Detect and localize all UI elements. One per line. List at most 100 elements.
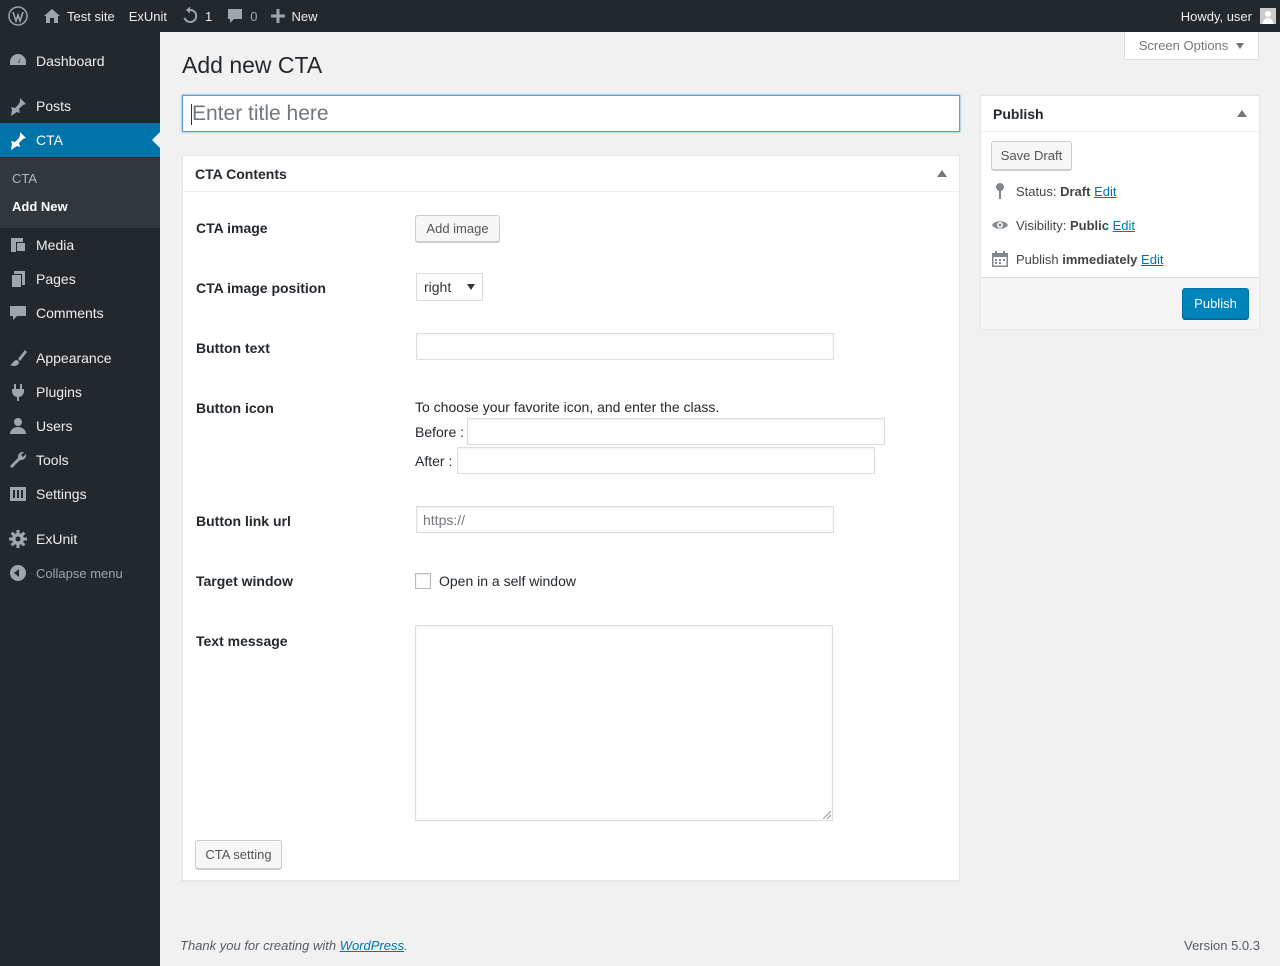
plus-icon — [271, 9, 286, 23]
self-window-checkbox[interactable] — [415, 573, 431, 589]
status-label: Status: — [1016, 183, 1057, 199]
sidebar-item-posts[interactable]: Posts — [0, 89, 160, 123]
howdy-text: Howdy, user — [1180, 8, 1252, 24]
pin-marker-icon — [996, 183, 1004, 199]
sidebar-item-comments[interactable]: Comments — [0, 296, 160, 330]
wrench-icon — [0, 450, 36, 470]
cta-setting-button[interactable]: CTA setting — [195, 840, 282, 869]
pin-icon — [0, 96, 36, 116]
calendar-icon — [992, 251, 1008, 267]
sidebar-item-tools[interactable]: Tools — [0, 443, 160, 477]
cta-contents-header[interactable]: CTA Contents — [183, 156, 959, 192]
caret-down-icon — [1236, 42, 1245, 49]
before-icon-input[interactable] — [467, 418, 885, 445]
cta-contents-box: CTA Contents CTA image Add image CTA ima… — [182, 155, 960, 881]
dashboard-icon — [0, 51, 36, 71]
settings-sliders-icon — [0, 484, 36, 504]
title-input[interactable] — [182, 95, 960, 132]
sidebar-item-pages[interactable]: Pages — [0, 262, 160, 296]
sidebar-item-label: Posts — [36, 98, 72, 114]
status-value: Draft — [1060, 183, 1091, 199]
comments-link[interactable]: 0 — [219, 0, 264, 32]
schedule-row: Publish immediately Edit — [991, 250, 1163, 268]
sidebar-item-label: Comments — [36, 305, 104, 321]
eye-icon — [992, 221, 1008, 229]
media-icon — [0, 235, 36, 255]
cta-submenu: CTA Add New — [0, 158, 160, 228]
sidebar-item-media[interactable]: Media — [0, 228, 160, 262]
footer-thanks: Thank you for creating with WordPress. — [180, 938, 408, 953]
my-account[interactable]: Howdy, user — [1181, 8, 1280, 24]
before-label: Before : — [415, 424, 465, 440]
add-image-button[interactable]: Add image — [415, 215, 500, 242]
sidebar-item-label: Tools — [36, 452, 69, 468]
sidebar-item-cta[interactable]: CTA — [0, 123, 160, 157]
collapse-menu-label: Collapse menu — [36, 565, 123, 581]
sidebar-item-dashboard[interactable]: Dashboard — [0, 44, 160, 78]
brush-icon — [0, 348, 36, 368]
collapse-menu-button[interactable]: Collapse menu — [0, 556, 160, 590]
wordpress-link[interactable]: WordPress — [340, 938, 404, 953]
target-window-label: Target window — [196, 573, 293, 589]
publish-value: immediately — [1062, 251, 1138, 267]
sidebar-item-appearance[interactable]: Appearance — [0, 341, 160, 375]
edit-status-link[interactable]: Edit — [1094, 184, 1116, 199]
sidebar-item-label: Users — [36, 418, 73, 434]
chevron-down-icon — [467, 284, 475, 290]
sidebar-item-label: CTA — [36, 132, 63, 148]
updates-count: 1 — [204, 8, 213, 24]
image-position-value: right — [424, 279, 452, 295]
pages-icon — [0, 269, 36, 289]
site-name-link[interactable]: Test site — [36, 0, 122, 32]
new-label: New — [291, 8, 318, 24]
visibility-label: Visibility: — [1016, 217, 1067, 233]
submenu-item-add-new[interactable]: Add New — [12, 199, 68, 214]
image-position-select[interactable]: right — [416, 273, 483, 301]
screen-options-label: Screen Options — [1138, 38, 1229, 53]
publish-heading: Publish — [993, 105, 1044, 122]
button-text-input[interactable] — [416, 333, 834, 360]
publish-button[interactable]: Publish — [1182, 288, 1249, 319]
screen-options-button[interactable]: Screen Options — [1124, 32, 1259, 60]
sidebar-item-users[interactable]: Users — [0, 409, 160, 443]
publish-label: Publish — [1016, 251, 1059, 267]
collapse-icon — [0, 565, 36, 581]
cta-image-label: CTA image — [196, 220, 268, 236]
publish-box: Publish Save Draft Status: Draft Edit Vi… — [980, 95, 1260, 329]
exunit-link[interactable]: ExUnit — [122, 0, 174, 32]
new-content-link[interactable]: New — [264, 0, 324, 32]
resize-handle-icon[interactable] — [823, 811, 831, 819]
edit-visibility-link[interactable]: Edit — [1113, 218, 1135, 233]
collapse-toggle-icon[interactable] — [937, 170, 947, 177]
updates-link[interactable]: 1 — [174, 0, 219, 32]
submenu-item-cta[interactable]: CTA — [12, 171, 37, 186]
comments-count: 0 — [250, 8, 258, 24]
button-icon-label: Button icon — [196, 400, 274, 416]
sidebar-item-settings[interactable]: Settings — [0, 477, 160, 511]
link-url-placeholder: https:// — [423, 511, 466, 528]
comment-icon — [0, 303, 36, 323]
text-cursor — [191, 104, 192, 125]
sidebar-item-label: Dashboard — [36, 53, 105, 69]
button-link-url-label: Button link url — [196, 513, 291, 529]
wordpress-logo-icon — [8, 6, 28, 26]
home-icon — [44, 9, 60, 23]
sidebar-item-exunit[interactable]: ExUnit — [0, 522, 160, 556]
collapse-toggle-icon[interactable] — [1237, 110, 1247, 117]
sidebar-item-plugins[interactable]: Plugins — [0, 375, 160, 409]
pin-icon — [0, 130, 36, 150]
site-name: Test site — [67, 8, 115, 24]
after-icon-input[interactable] — [457, 447, 875, 474]
gear-icon — [0, 529, 36, 549]
text-message-textarea[interactable] — [415, 625, 833, 821]
wordpress-logo-button[interactable] — [0, 0, 36, 32]
updates-icon — [183, 7, 198, 23]
avatar — [1260, 8, 1276, 24]
edit-schedule-link[interactable]: Edit — [1141, 252, 1163, 267]
self-window-checkbox-label[interactable]: Open in a self window — [439, 573, 576, 589]
publish-header[interactable]: Publish — [981, 96, 1259, 132]
cta-contents-heading: CTA Contents — [195, 165, 287, 182]
save-draft-button[interactable]: Save Draft — [991, 141, 1072, 170]
button-link-url-input[interactable]: https:// — [416, 506, 834, 533]
user-icon — [0, 416, 36, 436]
